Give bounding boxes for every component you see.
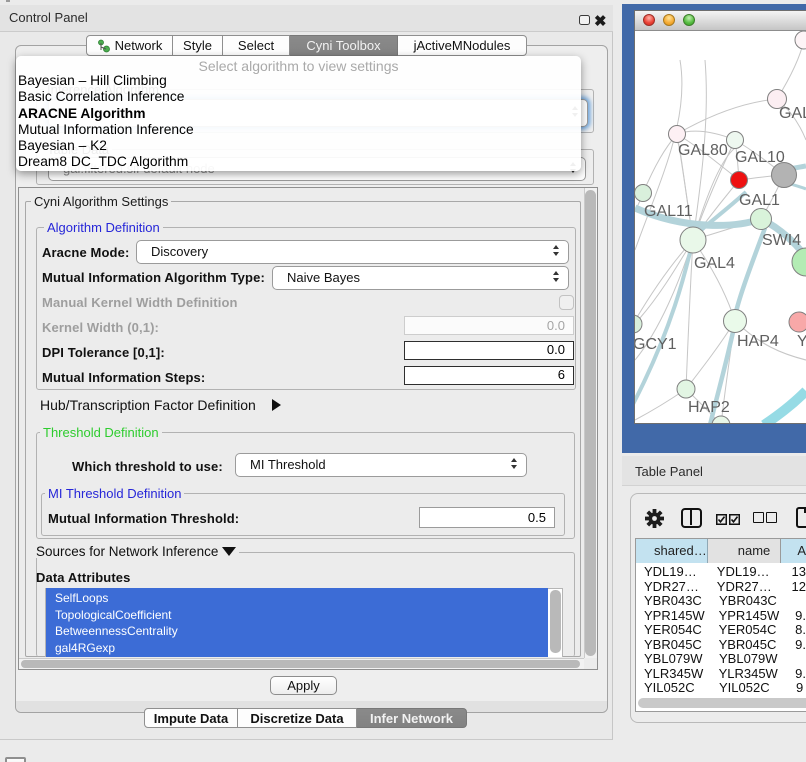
svg-text:SWI4: SWI4 bbox=[762, 232, 801, 249]
svg-text:GAL7: GAL7 bbox=[779, 105, 806, 122]
svg-text:HAP2: HAP2 bbox=[688, 399, 730, 416]
svg-text:GAL80: GAL80 bbox=[678, 142, 728, 159]
svg-text:HAP4: HAP4 bbox=[737, 333, 779, 350]
svg-text:GAL10: GAL10 bbox=[735, 149, 785, 166]
svg-text:GAL4: GAL4 bbox=[694, 255, 735, 272]
svg-text:GCY1: GCY1 bbox=[635, 336, 677, 353]
svg-text:YL: YL bbox=[797, 333, 806, 350]
svg-text:GAL1: GAL1 bbox=[739, 192, 780, 209]
svg-text:GAL11: GAL11 bbox=[644, 203, 693, 220]
